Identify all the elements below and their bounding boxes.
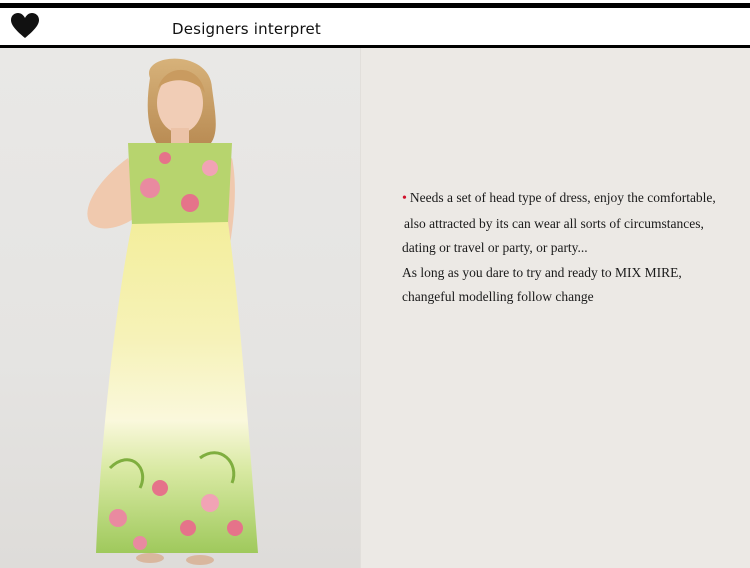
model-photo <box>0 48 360 568</box>
description-line-3: dating or travel or party, or party... <box>402 240 588 255</box>
dress-illustration <box>87 58 258 565</box>
description-line-5: changeful modelling follow change <box>402 289 594 304</box>
section-title: Designers interpret <box>172 20 321 38</box>
description-line-1: • Needs a set of head type of dress, enjo… <box>402 190 716 206</box>
description-line-4: As long as you dare to try and ready to … <box>402 264 682 280</box>
content-area: • Needs a set of head type of dress, enjo… <box>0 48 750 568</box>
bullet-icon: • <box>402 191 407 206</box>
header-bar: Designers interpret <box>0 8 750 45</box>
designer-description: • Needs a set of head type of dress, enjo… <box>402 186 742 310</box>
heart-icon <box>11 13 39 38</box>
panel-divider <box>360 48 361 568</box>
description-line-2: also attracted by its can wear all sorts… <box>404 215 704 231</box>
